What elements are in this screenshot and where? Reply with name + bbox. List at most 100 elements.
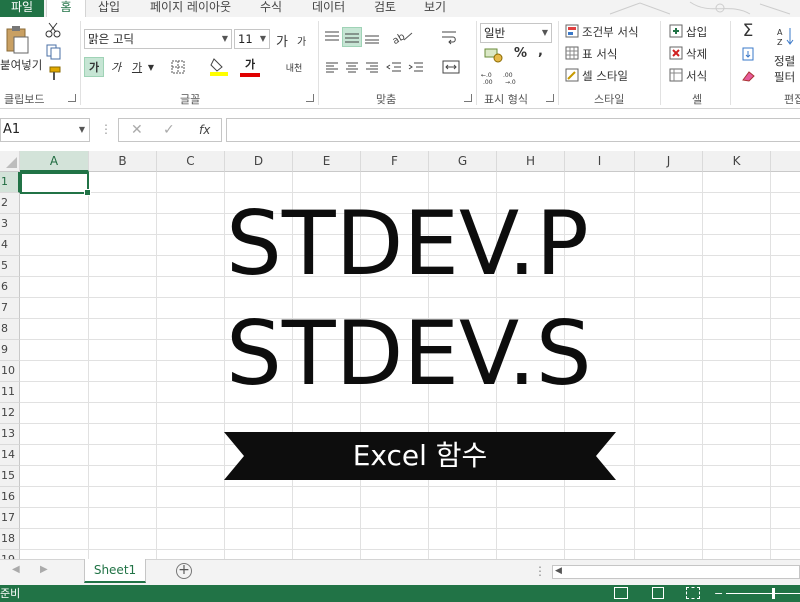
tab-insert[interactable]: 삽입 [98,0,120,17]
column-header[interactable]: E [293,151,361,172]
cancel-icon[interactable]: ✕ [131,122,143,138]
cell-styles-button[interactable]: 셀 스타일 [582,68,628,84]
align-left-icon[interactable] [322,57,342,77]
tab-home[interactable]: 홈 [46,0,86,17]
insert-cells-button[interactable]: 삽입 [686,24,707,40]
align-bottom-icon[interactable] [362,27,382,47]
align-middle-icon[interactable] [342,27,362,47]
align-center-icon[interactable] [342,57,362,77]
font-color-button[interactable]: 가 [240,55,260,77]
zoom-slider-thumb[interactable] [772,588,775,599]
font-launcher-icon[interactable] [306,94,314,102]
zoom-slider[interactable] [726,593,800,594]
column-header[interactable]: I [565,151,635,172]
row-header[interactable]: 18 [0,529,20,550]
row-header[interactable]: 14 [0,445,20,466]
zoom-out-icon[interactable]: − [714,585,723,602]
normal-view-icon[interactable] [614,587,628,599]
row-header[interactable]: 3 [0,214,20,235]
merge-center-icon[interactable] [436,57,466,77]
copy-icon[interactable] [44,43,64,61]
row-header[interactable]: 12 [0,403,20,424]
format-cells-icon[interactable] [668,67,684,83]
tab-data[interactable]: 데이터 [312,0,345,17]
page-break-view-icon[interactable] [686,587,700,599]
column-header-partial[interactable] [771,151,800,172]
decrease-decimal-icon[interactable]: .00 →.0 [502,69,522,87]
split-handle-icon[interactable]: ⋮ [534,564,546,578]
phonetic-button[interactable]: 내천 [282,57,306,77]
scroll-left-icon[interactable]: ◀ [12,564,20,575]
format-as-table-button[interactable]: 표 서식 [582,46,617,62]
row-header[interactable]: 8 [0,319,20,340]
row-header[interactable]: 6 [0,277,20,298]
column-header[interactable]: D [225,151,293,172]
row-header[interactable]: 7 [0,298,20,319]
row-header[interactable]: 2 [0,193,20,214]
bold-button[interactable]: 가 [84,57,104,77]
row-header[interactable]: 10 [0,361,20,382]
scroll-left-arrow-icon[interactable]: ◀ [555,566,562,576]
chevron-down-icon[interactable]: ▼ [146,57,156,77]
tab-formulas[interactable]: 수식 [260,0,282,17]
paste-icon[interactable] [2,23,32,57]
format-as-table-icon[interactable] [564,45,580,61]
cut-icon[interactable] [44,21,62,39]
sort-filter-icon[interactable]: AZ [774,23,800,49]
column-header[interactable]: A [20,151,89,172]
tab-review[interactable]: 검토 [374,0,396,17]
font-name-combo[interactable]: 맑은 고딕 ▼ [84,29,232,49]
page-layout-view-icon[interactable] [652,587,664,599]
borders-icon[interactable] [166,57,190,77]
align-top-icon[interactable] [322,27,342,47]
row-header[interactable]: 9 [0,340,20,361]
conditional-format-button[interactable]: 조건부 서식 [582,24,639,40]
row-header[interactable]: 4 [0,235,20,256]
tab-page-layout[interactable]: 페이지 레이아웃 [150,0,231,17]
autosum-icon[interactable]: Σ [738,21,758,41]
alignment-launcher-icon[interactable] [464,94,472,102]
column-header[interactable]: H [497,151,565,172]
column-header[interactable]: B [89,151,157,172]
sort-button[interactable]: 정렬 [774,53,795,69]
decrease-indent-icon[interactable] [384,57,404,77]
column-header[interactable]: J [635,151,703,172]
wrap-text-icon[interactable] [438,27,460,47]
tab-view[interactable]: 보기 [424,0,446,17]
font-size-combo[interactable]: 11 ▼ [234,29,270,49]
row-header[interactable]: 15 [0,466,20,487]
clipboard-launcher-icon[interactable] [68,94,76,102]
column-header[interactable]: C [157,151,225,172]
shrink-font-button[interactable]: 가 [297,33,306,48]
delete-cells-button[interactable]: 삭제 [686,46,707,62]
row-header[interactable]: 5 [0,256,20,277]
orientation-icon[interactable]: ab [390,27,416,47]
grow-font-button[interactable]: 가 [276,31,288,50]
sheet-tab-active[interactable]: Sheet1 [84,559,146,583]
fill-icon[interactable] [738,45,758,63]
row-header[interactable]: 1 [0,172,20,193]
name-box[interactable]: A1 ▼ [0,118,90,142]
row-header[interactable]: 16 [0,487,20,508]
conditional-format-icon[interactable] [564,23,580,39]
percent-style-button[interactable]: % [514,46,527,61]
number-format-combo[interactable]: 일반 ▼ [480,23,552,43]
delete-cells-icon[interactable] [668,45,684,61]
increase-indent-icon[interactable] [406,57,426,77]
insert-cells-icon[interactable] [668,23,684,39]
drag-handle-icon[interactable]: ⋮ [100,122,112,136]
enter-icon[interactable]: ✓ [163,122,175,138]
row-header[interactable]: 11 [0,382,20,403]
add-sheet-icon[interactable]: + [176,563,192,579]
format-painter-icon[interactable] [44,65,64,83]
underline-button[interactable]: 가 [128,57,146,77]
column-header[interactable]: G [429,151,497,172]
number-launcher-icon[interactable] [546,94,554,102]
insert-function-button[interactable]: fx [199,123,210,137]
formula-input[interactable] [226,118,800,142]
increase-decimal-icon[interactable]: ←.0.00 [480,69,500,87]
select-all-button[interactable] [0,151,20,172]
row-header[interactable]: 17 [0,508,20,529]
active-cell[interactable] [20,172,91,196]
fill-color-icon[interactable] [208,55,230,77]
